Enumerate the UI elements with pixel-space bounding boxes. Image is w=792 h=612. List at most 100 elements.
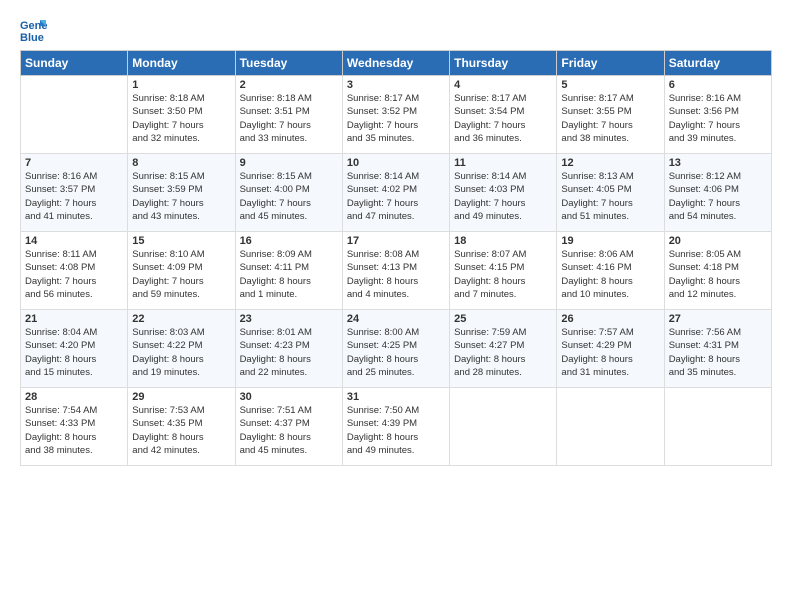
cell-content: Sunrise: 7:53 AM Sunset: 4:35 PM Dayligh… — [132, 404, 230, 457]
day-number: 20 — [669, 235, 767, 247]
day-number: 8 — [132, 157, 230, 169]
cell-content: Sunrise: 8:16 AM Sunset: 3:56 PM Dayligh… — [669, 92, 767, 145]
calendar-cell — [557, 388, 664, 466]
day-number: 12 — [561, 157, 659, 169]
day-number: 29 — [132, 391, 230, 403]
calendar-cell: 12Sunrise: 8:13 AM Sunset: 4:05 PM Dayli… — [557, 154, 664, 232]
cell-content: Sunrise: 7:50 AM Sunset: 4:39 PM Dayligh… — [347, 404, 445, 457]
calendar-cell: 27Sunrise: 7:56 AM Sunset: 4:31 PM Dayli… — [664, 310, 771, 388]
calendar-cell — [21, 76, 128, 154]
logo: General Blue — [20, 16, 52, 44]
day-number: 21 — [25, 313, 123, 325]
day-of-week-header: Friday — [557, 51, 664, 76]
day-number: 27 — [669, 313, 767, 325]
calendar-cell: 26Sunrise: 7:57 AM Sunset: 4:29 PM Dayli… — [557, 310, 664, 388]
calendar-cell — [450, 388, 557, 466]
day-number: 3 — [347, 79, 445, 91]
cell-content: Sunrise: 8:04 AM Sunset: 4:20 PM Dayligh… — [25, 326, 123, 379]
calendar-cell: 17Sunrise: 8:08 AM Sunset: 4:13 PM Dayli… — [342, 232, 449, 310]
day-number: 7 — [25, 157, 123, 169]
cell-content: Sunrise: 8:17 AM Sunset: 3:54 PM Dayligh… — [454, 92, 552, 145]
calendar-cell: 28Sunrise: 7:54 AM Sunset: 4:33 PM Dayli… — [21, 388, 128, 466]
day-number: 22 — [132, 313, 230, 325]
calendar-cell: 20Sunrise: 8:05 AM Sunset: 4:18 PM Dayli… — [664, 232, 771, 310]
cell-content: Sunrise: 7:59 AM Sunset: 4:27 PM Dayligh… — [454, 326, 552, 379]
calendar-cell: 10Sunrise: 8:14 AM Sunset: 4:02 PM Dayli… — [342, 154, 449, 232]
cell-content: Sunrise: 8:17 AM Sunset: 3:55 PM Dayligh… — [561, 92, 659, 145]
day-number: 31 — [347, 391, 445, 403]
day-number: 16 — [240, 235, 338, 247]
calendar-cell: 4Sunrise: 8:17 AM Sunset: 3:54 PM Daylig… — [450, 76, 557, 154]
day-number: 4 — [454, 79, 552, 91]
cell-content: Sunrise: 8:11 AM Sunset: 4:08 PM Dayligh… — [25, 248, 123, 301]
cell-content: Sunrise: 8:07 AM Sunset: 4:15 PM Dayligh… — [454, 248, 552, 301]
day-of-week-header: Tuesday — [235, 51, 342, 76]
cell-content: Sunrise: 8:18 AM Sunset: 3:50 PM Dayligh… — [132, 92, 230, 145]
day-of-week-header: Thursday — [450, 51, 557, 76]
day-number: 14 — [25, 235, 123, 247]
cell-content: Sunrise: 8:10 AM Sunset: 4:09 PM Dayligh… — [132, 248, 230, 301]
calendar-cell: 5Sunrise: 8:17 AM Sunset: 3:55 PM Daylig… — [557, 76, 664, 154]
cell-content: Sunrise: 8:03 AM Sunset: 4:22 PM Dayligh… — [132, 326, 230, 379]
calendar-cell: 29Sunrise: 7:53 AM Sunset: 4:35 PM Dayli… — [128, 388, 235, 466]
calendar-cell: 19Sunrise: 8:06 AM Sunset: 4:16 PM Dayli… — [557, 232, 664, 310]
day-number: 28 — [25, 391, 123, 403]
calendar-week-row: 1Sunrise: 8:18 AM Sunset: 3:50 PM Daylig… — [21, 76, 772, 154]
calendar-cell: 13Sunrise: 8:12 AM Sunset: 4:06 PM Dayli… — [664, 154, 771, 232]
cell-content: Sunrise: 8:00 AM Sunset: 4:25 PM Dayligh… — [347, 326, 445, 379]
calendar-cell: 21Sunrise: 8:04 AM Sunset: 4:20 PM Dayli… — [21, 310, 128, 388]
day-number: 18 — [454, 235, 552, 247]
calendar-cell: 24Sunrise: 8:00 AM Sunset: 4:25 PM Dayli… — [342, 310, 449, 388]
calendar-cell: 25Sunrise: 7:59 AM Sunset: 4:27 PM Dayli… — [450, 310, 557, 388]
day-number: 17 — [347, 235, 445, 247]
calendar-cell: 1Sunrise: 8:18 AM Sunset: 3:50 PM Daylig… — [128, 76, 235, 154]
calendar-cell: 23Sunrise: 8:01 AM Sunset: 4:23 PM Dayli… — [235, 310, 342, 388]
calendar-cell: 31Sunrise: 7:50 AM Sunset: 4:39 PM Dayli… — [342, 388, 449, 466]
cell-content: Sunrise: 8:12 AM Sunset: 4:06 PM Dayligh… — [669, 170, 767, 223]
calendar-cell: 11Sunrise: 8:14 AM Sunset: 4:03 PM Dayli… — [450, 154, 557, 232]
cell-content: Sunrise: 8:01 AM Sunset: 4:23 PM Dayligh… — [240, 326, 338, 379]
cell-content: Sunrise: 8:08 AM Sunset: 4:13 PM Dayligh… — [347, 248, 445, 301]
cell-content: Sunrise: 8:14 AM Sunset: 4:02 PM Dayligh… — [347, 170, 445, 223]
cell-content: Sunrise: 7:54 AM Sunset: 4:33 PM Dayligh… — [25, 404, 123, 457]
calendar-week-row: 28Sunrise: 7:54 AM Sunset: 4:33 PM Dayli… — [21, 388, 772, 466]
cell-content: Sunrise: 8:09 AM Sunset: 4:11 PM Dayligh… — [240, 248, 338, 301]
cell-content: Sunrise: 8:05 AM Sunset: 4:18 PM Dayligh… — [669, 248, 767, 301]
calendar-cell: 9Sunrise: 8:15 AM Sunset: 4:00 PM Daylig… — [235, 154, 342, 232]
day-number: 19 — [561, 235, 659, 247]
cell-content: Sunrise: 8:16 AM Sunset: 3:57 PM Dayligh… — [25, 170, 123, 223]
calendar-cell: 22Sunrise: 8:03 AM Sunset: 4:22 PM Dayli… — [128, 310, 235, 388]
calendar-cell: 6Sunrise: 8:16 AM Sunset: 3:56 PM Daylig… — [664, 76, 771, 154]
cell-content: Sunrise: 8:13 AM Sunset: 4:05 PM Dayligh… — [561, 170, 659, 223]
calendar-week-row: 14Sunrise: 8:11 AM Sunset: 4:08 PM Dayli… — [21, 232, 772, 310]
calendar-cell: 30Sunrise: 7:51 AM Sunset: 4:37 PM Dayli… — [235, 388, 342, 466]
day-of-week-header: Saturday — [664, 51, 771, 76]
cell-content: Sunrise: 8:15 AM Sunset: 3:59 PM Dayligh… — [132, 170, 230, 223]
day-number: 23 — [240, 313, 338, 325]
logo-icon: General Blue — [20, 16, 48, 44]
day-number: 30 — [240, 391, 338, 403]
calendar-cell: 2Sunrise: 8:18 AM Sunset: 3:51 PM Daylig… — [235, 76, 342, 154]
day-of-week-header: Sunday — [21, 51, 128, 76]
day-number: 10 — [347, 157, 445, 169]
calendar-table: SundayMondayTuesdayWednesdayThursdayFrid… — [20, 50, 772, 466]
svg-text:Blue: Blue — [20, 32, 44, 44]
calendar-cell: 16Sunrise: 8:09 AM Sunset: 4:11 PM Dayli… — [235, 232, 342, 310]
cell-content: Sunrise: 8:18 AM Sunset: 3:51 PM Dayligh… — [240, 92, 338, 145]
calendar-cell: 18Sunrise: 8:07 AM Sunset: 4:15 PM Dayli… — [450, 232, 557, 310]
calendar-cell: 14Sunrise: 8:11 AM Sunset: 4:08 PM Dayli… — [21, 232, 128, 310]
cell-content: Sunrise: 8:06 AM Sunset: 4:16 PM Dayligh… — [561, 248, 659, 301]
calendar-cell: 7Sunrise: 8:16 AM Sunset: 3:57 PM Daylig… — [21, 154, 128, 232]
cell-content: Sunrise: 7:57 AM Sunset: 4:29 PM Dayligh… — [561, 326, 659, 379]
cell-content: Sunrise: 7:51 AM Sunset: 4:37 PM Dayligh… — [240, 404, 338, 457]
day-number: 5 — [561, 79, 659, 91]
day-number: 6 — [669, 79, 767, 91]
calendar-cell — [664, 388, 771, 466]
day-number: 25 — [454, 313, 552, 325]
cell-content: Sunrise: 8:15 AM Sunset: 4:00 PM Dayligh… — [240, 170, 338, 223]
day-number: 24 — [347, 313, 445, 325]
day-of-week-header: Monday — [128, 51, 235, 76]
calendar-cell: 3Sunrise: 8:17 AM Sunset: 3:52 PM Daylig… — [342, 76, 449, 154]
header: General Blue — [20, 16, 772, 44]
calendar-week-row: 7Sunrise: 8:16 AM Sunset: 3:57 PM Daylig… — [21, 154, 772, 232]
